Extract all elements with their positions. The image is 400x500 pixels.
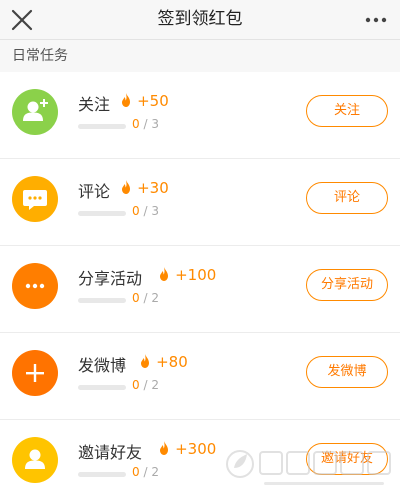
section-title: 日常任务: [0, 40, 400, 72]
flame-icon: [160, 267, 168, 281]
progress-done: 0: [132, 117, 140, 131]
task-name: 发微博: [78, 356, 127, 375]
progress-total: / 2: [143, 291, 159, 305]
task-name: 分享活动: [78, 269, 143, 288]
task-list: 关注 +50 0 / 3 关注 评论 +30 0 / 3 评论 分享活动 +10…: [0, 72, 400, 500]
progress-total: / 2: [143, 378, 159, 392]
plus-icon: [12, 350, 58, 396]
task-row-post-weibo: 发微博 +80 0 / 2 发微博: [0, 333, 400, 420]
progress-bar: [78, 472, 126, 477]
header-bar: 签到领红包: [0, 0, 400, 40]
reward: +100: [159, 265, 216, 285]
share-dots-icon: [12, 263, 58, 309]
page-title: 签到领红包: [157, 9, 243, 29]
app-root: 签到领红包 日常任务 关注 +50 0 / 3 关注 评论 +30 0 / 3 …: [0, 0, 400, 500]
flame-icon: [141, 354, 149, 368]
reward-value: +100: [175, 266, 217, 284]
flame-icon: [122, 93, 130, 107]
invite-friends-button[interactable]: 邀请好友: [306, 443, 388, 475]
reward: +300: [159, 439, 216, 459]
progress-bar: [78, 298, 126, 303]
reward-value: +80: [156, 353, 188, 371]
progress-done: 0: [132, 204, 140, 218]
close-icon[interactable]: [8, 6, 36, 34]
progress-done: 0: [132, 378, 140, 392]
share-activity-button[interactable]: 分享活动: [306, 269, 388, 301]
task-row-invite: 邀请好友 +300 0 / 2 邀请好友: [0, 420, 400, 500]
post-weibo-button[interactable]: 发微博: [306, 356, 388, 388]
more-dots-icon[interactable]: [360, 8, 392, 32]
progress-done: 0: [132, 291, 140, 305]
flame-icon: [160, 441, 168, 455]
reward: +30: [121, 178, 169, 198]
progress-text: 0 / 2: [132, 465, 159, 479]
task-row-share: 分享活动 +100 0 / 2 分享活动: [0, 246, 400, 333]
invite-user-icon: [12, 437, 58, 483]
progress-done: 0: [132, 465, 140, 479]
task-row-follow: 关注 +50 0 / 3 关注: [0, 72, 400, 159]
task-row-comment: 评论 +30 0 / 3 评论: [0, 159, 400, 246]
progress-bar: [78, 385, 126, 390]
reward-value: +50: [137, 92, 169, 110]
reward: +50: [121, 91, 169, 111]
flame-icon: [122, 180, 130, 194]
progress-total: / 2: [143, 465, 159, 479]
progress-text: 0 / 2: [132, 291, 159, 305]
progress-text: 0 / 2: [132, 378, 159, 392]
comment-icon: [12, 176, 58, 222]
comment-button[interactable]: 评论: [306, 182, 388, 214]
progress-text: 0 / 3: [132, 117, 159, 131]
progress-total: / 3: [143, 117, 159, 131]
task-name: 邀请好友: [78, 443, 143, 462]
reward-value: +30: [137, 179, 169, 197]
progress-total: / 3: [143, 204, 159, 218]
progress-bar: [78, 211, 126, 216]
progress-text: 0 / 3: [132, 204, 159, 218]
reward: +80: [140, 352, 188, 372]
reward-value: +300: [175, 440, 217, 458]
task-name: 评论: [78, 182, 111, 201]
follow-button[interactable]: 关注: [306, 95, 388, 127]
progress-bar: [78, 124, 126, 129]
add-user-icon: [12, 89, 58, 135]
task-name: 关注: [78, 95, 111, 114]
